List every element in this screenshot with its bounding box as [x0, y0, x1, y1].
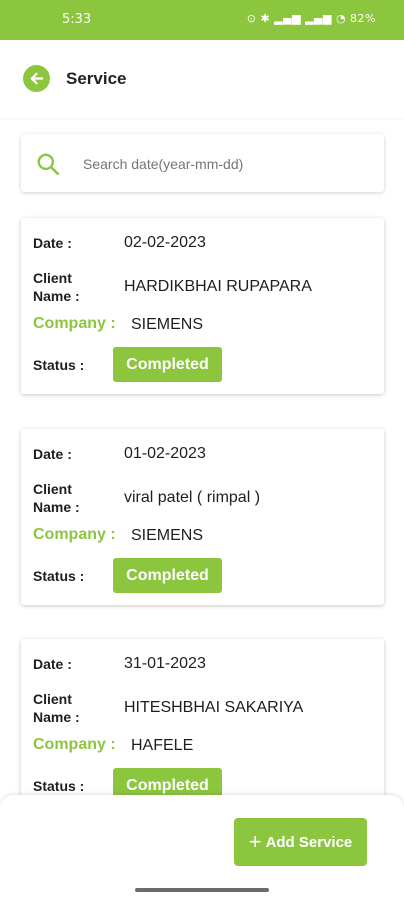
- battery-percent: 82%: [350, 12, 376, 25]
- company-name: HAFELE: [131, 737, 194, 754]
- service-date: 02-02-2023: [124, 234, 206, 251]
- client-name-label: Client Name :: [33, 481, 80, 515]
- gesture-nav-handle[interactable]: [135, 888, 269, 892]
- search-box[interactable]: [21, 134, 384, 192]
- service-card[interactable]: Date : 02-02-2023 Client Name : HARDIKBH…: [21, 218, 384, 394]
- plus-icon: +: [248, 829, 262, 854]
- page-title: Service: [66, 69, 127, 88]
- service-card[interactable]: Date : 01-02-2023 Client Name : viral pa…: [21, 429, 384, 605]
- client-name: viral patel ( rimpal ): [124, 489, 261, 506]
- app-bar: Service: [0, 40, 404, 118]
- company-label: Company :: [33, 315, 116, 332]
- status-badge: Completed: [113, 347, 222, 382]
- status-time: 5:33: [62, 12, 92, 27]
- arrow-left-icon: [30, 72, 44, 85]
- date-label: Date :: [33, 446, 72, 462]
- service-date: 31-01-2023: [124, 655, 206, 672]
- company-name: SIEMENS: [131, 527, 204, 544]
- company-label: Company :: [33, 526, 116, 543]
- date-label: Date :: [33, 656, 72, 672]
- bottom-action-bar: + Add Service: [0, 795, 404, 900]
- status-bar: 5:33 ⊙ ✱ ▂▄▆ ▂▄▆ ◔ 82%: [0, 0, 404, 40]
- date-label: Date :: [33, 235, 72, 251]
- client-name-label: Client Name :: [33, 270, 80, 304]
- signal-icons: ⊙ ✱ ▂▄▆ ▂▄▆ ◔: [246, 12, 351, 25]
- service-card[interactable]: Date : 31-01-2023 Client Name : HITESHBH…: [21, 639, 384, 815]
- status-label: Status :: [33, 778, 85, 794]
- client-name: HARDIKBHAI RUPAPARA: [124, 278, 312, 295]
- status-badge: Completed: [113, 558, 222, 593]
- status-label: Status :: [33, 357, 85, 373]
- client-name: HITESHBHAI SAKARIYA: [124, 699, 304, 716]
- service-date: 01-02-2023: [124, 445, 206, 462]
- company-name: SIEMENS: [131, 316, 204, 333]
- search-icon: [37, 153, 60, 176]
- add-service-label: Add Service: [265, 833, 353, 851]
- back-button[interactable]: [23, 65, 50, 92]
- search-input[interactable]: [81, 144, 375, 184]
- status-icons: ⊙ ✱ ▂▄▆ ▂▄▆ ◔ 82%: [247, 12, 376, 25]
- add-service-button[interactable]: + Add Service: [234, 818, 367, 866]
- company-label: Company :: [33, 736, 116, 753]
- status-label: Status :: [33, 568, 85, 584]
- client-name-label: Client Name :: [33, 691, 80, 725]
